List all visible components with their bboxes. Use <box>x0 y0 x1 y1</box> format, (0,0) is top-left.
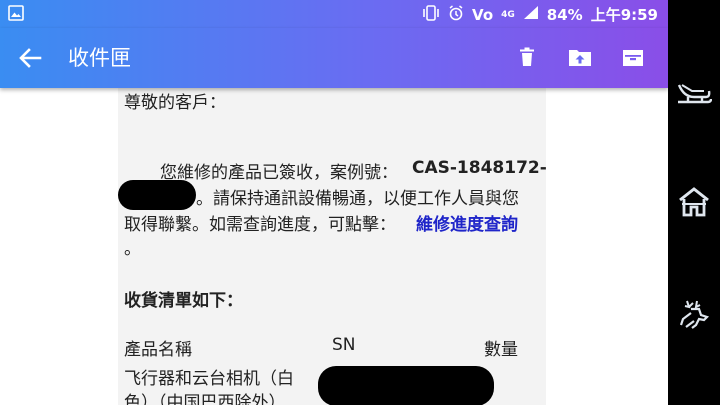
body-line2: 。請保持通訊設備暢通，以便工作人員與您 <box>196 189 519 209</box>
side-navigation-bar <box>668 0 720 405</box>
list-title: 收貨清單如下： <box>124 291 243 311</box>
signal-icon <box>523 5 539 24</box>
move-to-folder-icon[interactable] <box>567 44 593 70</box>
network-type: 4G <box>501 9 515 20</box>
body-line4: 。 <box>124 239 141 259</box>
column-quantity: 數量 <box>484 340 518 360</box>
column-product-name: 產品名稱 <box>124 340 192 360</box>
battery-level: 84% <box>546 5 583 24</box>
status-bar: Vo 4G 84% 上午9:59 <box>0 0 668 28</box>
product-name-line2: 色）（中国巴西除外） <box>124 393 286 405</box>
email-body: 尊敬的客戶： 您維修的產品已簽收，案例號： CAS-1848172- 。請保持通… <box>118 88 547 405</box>
house-home-icon[interactable] <box>676 184 712 220</box>
alarm-icon <box>448 4 464 25</box>
repair-progress-link[interactable]: 維修進度查詢 <box>416 210 518 235</box>
clock: 上午9:59 <box>590 6 658 24</box>
redacted-serial-number <box>318 366 494 405</box>
phone-screen: Vo 4G 84% 上午9:59 收件匣 尊敬的客戶： 您維修的產品已簽收，案例… <box>0 0 668 405</box>
app-bar: 收件匣 <box>0 28 668 88</box>
column-sn: SN <box>332 335 356 355</box>
delete-icon[interactable] <box>514 44 540 70</box>
body-line3: 取得聯繫。如需查詢進度，可點擊： <box>124 215 396 235</box>
volte-icon: Vo <box>472 5 494 24</box>
body-line1: 您維修的產品已簽收，案例號： <box>160 163 398 183</box>
back-arrow-icon[interactable] <box>14 43 46 73</box>
redacted-case-suffix <box>118 180 196 210</box>
product-name-line1: 飞行器和云台相机（白 <box>124 369 294 389</box>
vibrate-icon <box>422 4 440 25</box>
archive-icon[interactable] <box>620 44 646 70</box>
reindeer-recents-icon[interactable] <box>676 296 712 332</box>
sleigh-back-icon[interactable] <box>676 74 712 110</box>
greeting: 尊敬的客戶： <box>124 93 226 113</box>
page-title: 收件匣 <box>68 46 131 70</box>
case-number: CAS-1848172- <box>412 158 547 178</box>
image-notification-icon <box>8 5 24 25</box>
